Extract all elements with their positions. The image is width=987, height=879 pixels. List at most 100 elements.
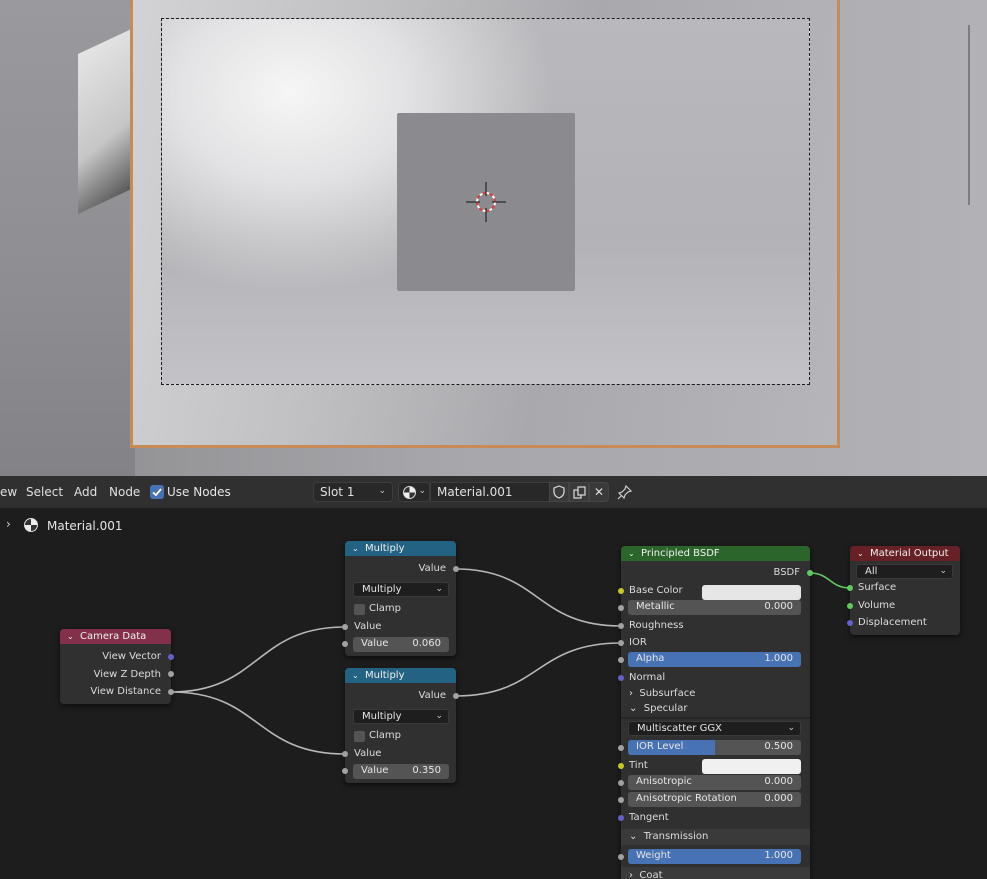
slot-dropdown[interactable]: Slot 1 ⌄ <box>313 482 393 502</box>
use-nodes-checkbox[interactable] <box>150 485 164 499</box>
socket-input[interactable] <box>847 603 853 609</box>
output-view-z-depth: View Z Depth <box>93 669 161 680</box>
socket-output[interactable] <box>168 654 174 660</box>
subsurface-panel[interactable]: › Subsurface <box>629 688 695 699</box>
specular-panel[interactable]: ⌄ Specular <box>629 703 687 714</box>
node-header[interactable]: ⌄ Multiply <box>345 668 456 683</box>
chevron-down-icon[interactable]: ⌄ <box>352 541 359 556</box>
node-camera-data[interactable]: ⌄ Camera Data View Vector View Z Depth V… <box>60 629 174 704</box>
menu-view[interactable]: ew <box>0 485 17 499</box>
anisotropic-field[interactable]: Anisotropic 0.000 <box>628 775 801 790</box>
normal-label: Normal <box>629 672 666 683</box>
socket-input[interactable] <box>618 675 624 681</box>
chevron-down-icon[interactable]: ⌄ <box>628 546 635 561</box>
menu-select[interactable]: Select <box>26 485 63 499</box>
output-value: Value <box>418 563 446 574</box>
material-browse-button[interactable]: ⌄ <box>398 482 430 502</box>
input-surface: Surface <box>858 582 897 593</box>
output-value: Value <box>418 690 446 701</box>
node-principled-bsdf[interactable]: ⌄ Principled BSDF BSDF Base Color Metall… <box>618 546 813 879</box>
menu-add[interactable]: Add <box>74 485 97 499</box>
viewport-scrollbar[interactable] <box>968 25 970 205</box>
chevron-down-icon[interactable]: ⌄ <box>67 629 74 644</box>
node-multiply-2[interactable]: ⌄ Multiply Value Multiply ⌄ Clamp Value … <box>342 668 459 783</box>
chevron-right-icon[interactable]: › <box>6 517 11 531</box>
link-bsdf-to-surface <box>809 572 851 589</box>
socket-output[interactable] <box>807 570 813 576</box>
node-title: Camera Data <box>80 631 147 642</box>
link-multiply1-to-roughness <box>455 568 622 627</box>
clamp-checkbox[interactable] <box>354 604 365 615</box>
distribution-dropdown[interactable]: Multiscatter GGX ⌄ <box>628 721 801 736</box>
socket-input[interactable] <box>618 623 624 629</box>
socket-input[interactable] <box>618 657 624 663</box>
3d-cursor-icon[interactable] <box>466 182 506 222</box>
ior-level-label: IOR Level <box>636 741 684 752</box>
close-icon: ✕ <box>593 485 605 499</box>
chevron-down-icon[interactable]: ⌄ <box>857 546 864 561</box>
material-name-field[interactable]: Material.001 <box>430 482 550 502</box>
node-header[interactable]: ⌄ Camera Data <box>60 629 171 644</box>
socket-input[interactable] <box>618 763 624 769</box>
socket-input[interactable] <box>618 854 624 860</box>
socket-input[interactable] <box>342 768 348 774</box>
metallic-field[interactable]: Metallic 0.000 <box>628 600 801 615</box>
operation-value: Multiply <box>362 584 402 595</box>
socket-input[interactable] <box>847 585 853 591</box>
socket-input[interactable] <box>342 624 348 630</box>
fake-user-button[interactable] <box>549 482 569 502</box>
socket-input[interactable] <box>618 605 624 611</box>
socket-input[interactable] <box>847 620 853 626</box>
socket-input[interactable] <box>618 780 624 786</box>
chevron-down-icon: ⌄ <box>418 486 426 496</box>
node-header[interactable]: ⌄ Principled BSDF <box>621 546 810 561</box>
link-distance-to-multiply1 <box>170 626 346 693</box>
clamp-label: Clamp <box>369 603 401 614</box>
tint-label: Tint <box>629 760 648 771</box>
chevron-down-icon: ⌄ <box>435 711 443 721</box>
tint-swatch[interactable] <box>702 759 801 774</box>
socket-output[interactable] <box>168 671 174 677</box>
duplicate-material-button[interactable] <box>569 482 589 502</box>
socket-input[interactable] <box>618 797 624 803</box>
alpha-field[interactable]: Alpha 1.000 <box>628 652 801 667</box>
socket-input[interactable] <box>618 745 624 751</box>
input-displacement: Displacement <box>858 617 927 628</box>
weight-label: Weight <box>636 850 671 861</box>
transmission-weight-field[interactable]: Weight 1.000 <box>628 849 801 864</box>
menu-node[interactable]: Node <box>109 485 140 499</box>
socket-output[interactable] <box>453 693 459 699</box>
socket-input[interactable] <box>342 641 348 647</box>
coat-header[interactable]: › Coat <box>629 870 663 879</box>
node-header[interactable]: ⌄ Multiply <box>345 541 456 556</box>
transmission-header[interactable]: ⌄ Transmission <box>629 831 708 842</box>
pin-icon[interactable] <box>617 484 633 500</box>
3d-viewport[interactable] <box>0 0 987 476</box>
node-header[interactable]: ⌄ Material Output <box>850 546 960 561</box>
metallic-label: Metallic <box>636 601 675 612</box>
node-multiply-1[interactable]: ⌄ Multiply Value Multiply ⌄ Clamp Value … <box>342 541 459 656</box>
socket-output[interactable] <box>453 566 459 572</box>
socket-input[interactable] <box>342 751 348 757</box>
unlink-material-button[interactable]: ✕ <box>589 482 609 502</box>
chevron-down-icon[interactable]: ⌄ <box>352 668 359 683</box>
base-color-swatch[interactable] <box>702 585 801 600</box>
value-field[interactable]: Value 0.350 <box>353 764 449 779</box>
ior-level-value: 0.500 <box>764 741 793 752</box>
operation-dropdown[interactable]: Multiply ⌄ <box>353 709 449 724</box>
clamp-checkbox[interactable] <box>354 731 365 742</box>
material-name: Material.001 <box>437 485 513 499</box>
socket-input[interactable] <box>618 640 624 646</box>
value-field[interactable]: Value 0.060 <box>353 637 449 652</box>
output-view-distance: View Distance <box>90 686 161 697</box>
value-field-label: Value <box>361 638 389 649</box>
operation-dropdown[interactable]: Multiply ⌄ <box>353 582 449 597</box>
socket-input[interactable] <box>618 815 624 821</box>
socket-input[interactable] <box>618 588 624 594</box>
ior-level-field[interactable]: IOR Level 0.500 <box>628 740 801 755</box>
target-dropdown[interactable]: All ⌄ <box>856 564 953 579</box>
node-material-output[interactable]: ⌄ Material Output All ⌄ Surface Volume D… <box>847 546 960 635</box>
anisotropic-rotation-field[interactable]: Anisotropic Rotation 0.000 <box>628 792 801 807</box>
socket-output[interactable] <box>168 689 174 695</box>
use-nodes-label[interactable]: Use Nodes <box>167 485 231 499</box>
